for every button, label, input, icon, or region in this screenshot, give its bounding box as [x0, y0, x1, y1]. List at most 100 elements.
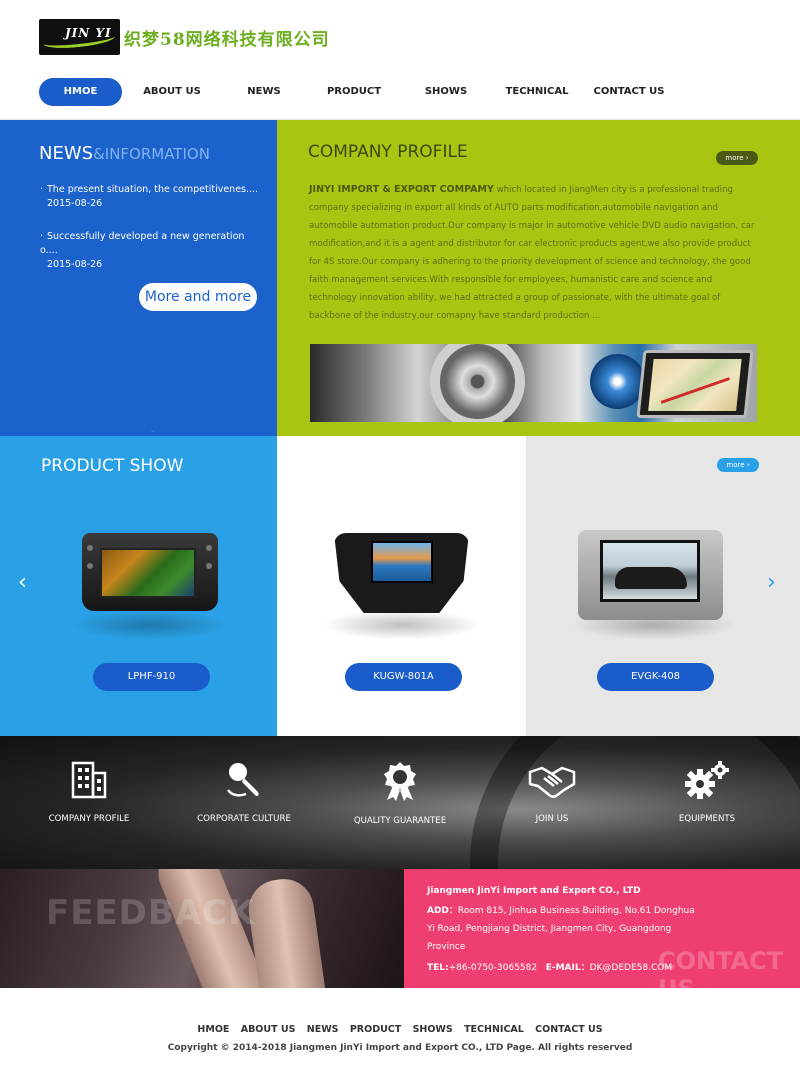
company-more-button[interactable]: more ›: [716, 151, 758, 165]
gauge-graphic: [590, 354, 645, 409]
nav-item-shows[interactable]: SHOWS: [410, 78, 482, 106]
contact-panel: CONTACT US Jiangmen JinYi Import and Exp…: [404, 869, 800, 1003]
product-screen: [371, 541, 433, 583]
product-show-title: PRODUCT SHOW: [41, 456, 184, 476]
contact-company-name: Jiangmen JinYi Import and Export CO., LT…: [427, 886, 641, 896]
product-label-button[interactable]: EVGK-408: [597, 663, 714, 691]
next-arrow-icon[interactable]: ›: [767, 570, 776, 595]
news-item-title: The present situation, the competitivene…: [47, 184, 259, 195]
footer-link-technical[interactable]: TECHNICAL: [464, 1024, 524, 1035]
product-shadow: [322, 610, 482, 640]
prev-arrow-icon[interactable]: ‹: [18, 570, 27, 595]
map-graphic: [648, 359, 742, 411]
product-screen: [100, 548, 196, 598]
news-title-sub: &INFORMATION: [93, 145, 210, 163]
navigation-screen-graphic: [636, 350, 754, 418]
header: JIN YI 织梦58网络科技有限公司: [0, 0, 800, 66]
feature-label: EQUIPMENTS: [678, 814, 736, 824]
news-more-button[interactable]: More and more: [139, 283, 257, 311]
feature-company-profile[interactable]: COMPANY PROFILE: [14, 760, 164, 824]
nav-item-contact-us[interactable]: CONTACT US: [590, 78, 668, 106]
feature-join-us[interactable]: JOIN US: [477, 760, 627, 824]
footer-nav: HMOE ABOUT US NEWS PRODUCT SHOWS TECHNIC…: [0, 1024, 800, 1035]
company-profile-title: COMPANY PROFILE: [308, 142, 468, 162]
finger-graphic: [244, 875, 331, 988]
news-item[interactable]: · The present situation, the competitiven…: [40, 183, 260, 211]
feedback-title: FEEDBACK: [46, 893, 256, 933]
news-item[interactable]: · Successfully developed a new generation…: [40, 230, 260, 272]
nav-item-news[interactable]: NEWS: [228, 78, 300, 106]
product-image-3[interactable]: [578, 530, 723, 620]
product-shadow: [70, 610, 230, 640]
news-title-main: NEWS: [39, 143, 94, 164]
nav-item-about-us[interactable]: ABOUT US: [136, 78, 208, 106]
product-more-label: more: [726, 461, 745, 469]
device-button: [87, 545, 93, 551]
wheel-graphic: [430, 344, 525, 422]
company-name-cn: 织梦58网络科技有限公司: [124, 30, 330, 50]
building-icon: [71, 761, 107, 799]
bullet-icon: ·: [40, 231, 44, 242]
bullet-icon: ·: [40, 184, 44, 195]
device-button: [206, 545, 212, 551]
chevron-right-icon: ›: [745, 154, 749, 162]
product-image-1[interactable]: [82, 533, 218, 611]
contact-address: ADD：Room 815, Jinhua Business Building, …: [427, 902, 702, 956]
microphone-icon: [227, 763, 259, 797]
footer-link-product[interactable]: PRODUCT: [350, 1024, 401, 1035]
feature-quality-guarantee[interactable]: QUALITY GUARANTEE: [325, 760, 475, 826]
car-graphic: [615, 567, 687, 589]
company-profile-panel: COMPANY PROFILE more › JINYI IMPORT & EX…: [277, 120, 800, 436]
handshake-icon: [528, 766, 576, 798]
product-card-3: more › EVGK-408 ›: [526, 436, 800, 736]
device-button: [206, 563, 212, 569]
tel-label: TEL:: [427, 963, 449, 973]
product-image-2[interactable]: [334, 533, 469, 613]
footer-link-contact-us[interactable]: CONTACT US: [535, 1024, 602, 1035]
feature-equipments[interactable]: EQUIPMENTS: [632, 760, 782, 824]
feedback-panel[interactable]: FEEDBACK: [0, 869, 404, 988]
feature-label: JOIN US: [535, 814, 569, 824]
footer-link-news[interactable]: NEWS: [307, 1024, 339, 1035]
address-value: Room 815, Jinhua Business Building, No.6…: [427, 906, 695, 952]
contact-phone-email: TEL:+86-0750-3065582 E-MAIL：DK@DEDE58.CO…: [427, 960, 672, 973]
logo-text: JIN YI: [65, 26, 112, 40]
email-label: E-MAIL：: [545, 963, 590, 973]
nav-item-home[interactable]: HMOE: [39, 78, 122, 106]
nav-item-technical[interactable]: TECHNICAL: [500, 78, 574, 106]
footer-link-about-us[interactable]: ABOUT US: [241, 1024, 296, 1035]
footer-link-home[interactable]: HMOE: [197, 1024, 229, 1035]
product-label-button[interactable]: LPHF-910: [93, 663, 210, 691]
feature-label: COMPANY PROFILE: [48, 814, 130, 824]
feature-corporate-culture[interactable]: CORPORATE CULTURE: [169, 760, 319, 824]
logo[interactable]: JIN YI: [39, 19, 120, 55]
footer-link-shows[interactable]: SHOWS: [413, 1024, 453, 1035]
award-ribbon-icon: [384, 762, 416, 801]
nav-item-product[interactable]: PRODUCT: [318, 78, 390, 106]
features-band: COMPANY PROFILE CORPORATE CULTURE QUALIT…: [0, 736, 800, 869]
world-map-decoration: [42, 430, 258, 436]
email-value[interactable]: DK@DEDE58.COM: [590, 963, 673, 973]
copyright: Copyright © 2014-2018 Jiangmen JinYi Imp…: [167, 1043, 633, 1053]
news-title: NEWS&INFORMATION: [39, 143, 210, 164]
address-label: ADD：: [427, 906, 458, 916]
car-parts-banner: [310, 344, 757, 422]
main-nav: HMOE ABOUT US NEWS PRODUCT SHOWS TECHNIC…: [0, 66, 800, 120]
product-screen: [600, 540, 700, 602]
product-label-button[interactable]: KUGW-801A: [345, 663, 462, 691]
tel-value[interactable]: +86-0750-3065582: [449, 963, 537, 973]
company-profile-text: JINYI IMPORT & EXPORT COMPAMY which loca…: [309, 181, 759, 325]
news-item-title: Successfully developed a new generation …: [40, 231, 245, 256]
product-card-2: KUGW-801A: [277, 436, 526, 736]
news-item-date: 2015-08-26: [47, 259, 103, 270]
gears-icon: [685, 761, 729, 799]
news-panel: NEWS&INFORMATION · The present situation,…: [0, 120, 277, 436]
product-more-button[interactable]: more ›: [717, 458, 759, 472]
feature-label: QUALITY GUARANTEE: [353, 816, 447, 826]
company-more-label: more: [725, 154, 744, 162]
feature-label: CORPORATE CULTURE: [197, 814, 291, 824]
company-profile-lead: JINYI IMPORT & EXPORT COMPAMY: [309, 184, 494, 195]
device-button: [87, 563, 93, 569]
news-item-date: 2015-08-26: [47, 198, 103, 209]
company-profile-body: which located in JiangMen city is a prof…: [309, 185, 755, 321]
